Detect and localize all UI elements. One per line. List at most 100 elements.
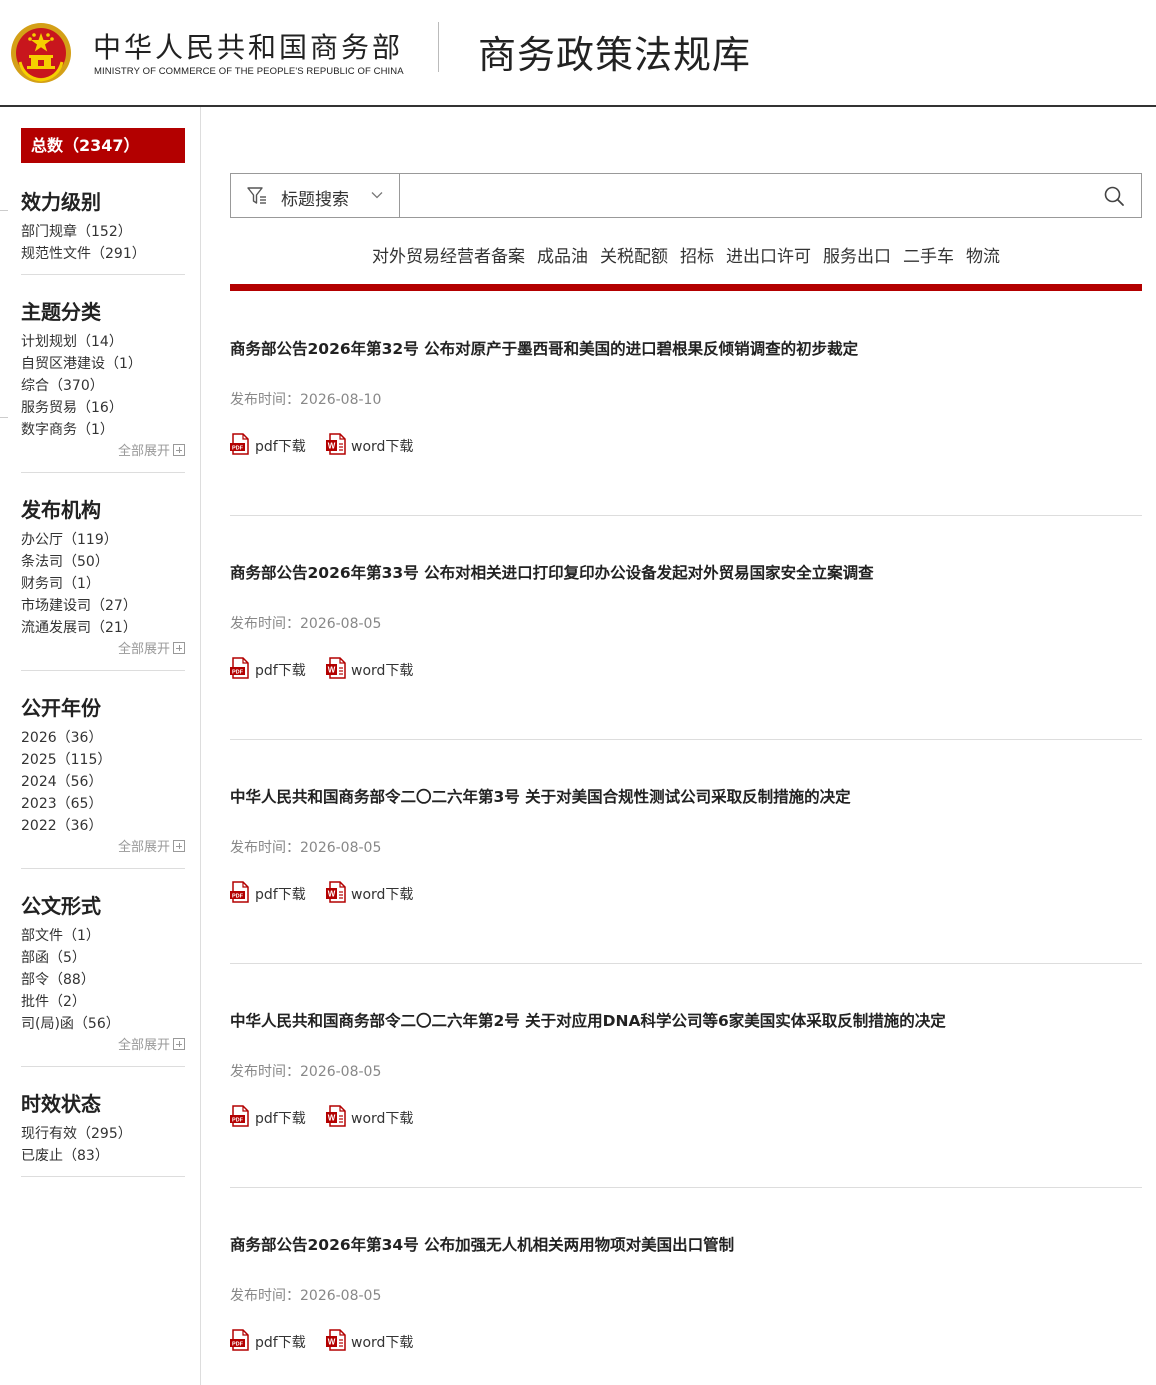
quick-tag-link[interactable]: 招标 <box>680 242 714 267</box>
expand-all-button[interactable]: 全部展开 <box>21 441 185 463</box>
pdf-download-label: pdf下载 <box>255 887 306 903</box>
pdf-download-label: pdf下载 <box>255 1335 306 1351</box>
facet-group: 主题分类计划规划（14） 自贸区港建设（1） 综合（370） 服务贸易（16） 数字商务… <box>21 295 185 463</box>
article-item: 商务部公告2026年第33号 公布对相关进口打印复印办公设备发起对外贸易国家安全… <box>230 516 1142 740</box>
search-input[interactable] <box>401 174 1091 217</box>
quick-tag-link[interactable]: 服务出口 <box>823 242 891 267</box>
word-download-label: word下载 <box>351 887 414 903</box>
search-bar: 标题搜索 <box>230 173 1142 218</box>
word-download-label: word下载 <box>351 663 414 679</box>
pdf-download-label: pdf下载 <box>255 663 306 679</box>
facet-item[interactable]: 部门规章（152） <box>21 221 185 243</box>
expand-all-button[interactable]: 全部展开 <box>21 837 185 859</box>
quick-tag-link[interactable]: 二手车 <box>903 242 954 267</box>
svg-text:PDF: PDF <box>232 669 244 675</box>
facet-title: 公文形式 <box>21 894 101 918</box>
svg-text:W: W <box>328 1114 336 1123</box>
article-item: 中华人民共和国商务部令二〇二六年第2号 关于对应用DNA科学公司等6家美国实体采… <box>230 964 1142 1188</box>
filter-sidebar: 总数（2347） 效力级别部门规章（152） 规范性文件（291） 主题分类计划规划… <box>0 107 201 1385</box>
facet-item[interactable]: 财务司（1） <box>21 573 185 595</box>
site-title[interactable]: 商务政策法规库 <box>478 24 751 79</box>
search-type-label: 标题搜索 <box>281 190 349 210</box>
facet-item[interactable]: 现行有效（295） <box>21 1123 185 1145</box>
facet-item[interactable]: 计划规划（14） <box>21 331 185 353</box>
facet-item[interactable]: 2022（36） <box>21 815 185 837</box>
total-count[interactable]: 总数（2347） <box>21 128 185 163</box>
facet-title: 发布机构 <box>21 498 101 522</box>
sidebar-tick <box>0 210 8 211</box>
expand-all-label: 全部展开 <box>117 1038 170 1053</box>
facet-separator <box>21 670 185 671</box>
facet-item[interactable]: 2026（36） <box>21 727 185 749</box>
facet-item[interactable]: 办公厅（119） <box>21 529 185 551</box>
facet-item[interactable]: 部文件（1） <box>21 925 185 947</box>
accent-divider <box>230 284 1142 291</box>
search-type-dropdown[interactable]: 标题搜索 <box>231 174 400 217</box>
site-header: 中华人民共和国商务部 MINISTRY OF COMMERCE OF THE P… <box>0 0 1156 107</box>
quick-tag-link[interactable]: 进出口许可 <box>726 242 811 267</box>
facet-item[interactable]: 批件（2） <box>21 991 185 1013</box>
national-emblem-icon[interactable] <box>10 22 72 84</box>
article-item: 商务部公告2026年第34号 公布加强无人机相关两用物项对美国出口管制发布时间：… <box>230 1188 1142 1385</box>
plus-box-icon <box>173 840 185 852</box>
article-title-link[interactable]: 中华人民共和国商务部令二〇二六年第3号 关于对美国合规性测试公司采取反制措施的决… <box>230 785 851 807</box>
facet-item[interactable]: 条法司（50） <box>21 551 185 573</box>
facet-separator <box>21 1066 185 1067</box>
svg-text:PDF: PDF <box>232 445 244 451</box>
expand-all-button[interactable]: 全部展开 <box>21 639 185 661</box>
svg-text:W: W <box>328 1338 336 1347</box>
ministry-name-en: MINISTRY OF COMMERCE OF THE PEOPLE'S REP… <box>94 66 404 77</box>
facet-group: 时效状态现行有效（295） 已废止（83） <box>21 1087 185 1167</box>
quick-tag-link[interactable]: 成品油 <box>537 242 588 267</box>
facet-item[interactable]: 2025（115） <box>21 749 185 771</box>
article-title-link[interactable]: 商务部公告2026年第33号 公布对相关进口打印复印办公设备发起对外贸易国家安全… <box>230 561 874 583</box>
facet-title: 主题分类 <box>21 300 101 324</box>
facet-item[interactable]: 市场建设司（27） <box>21 595 185 617</box>
facet-group: 效力级别部门规章（152） 规范性文件（291） <box>21 185 185 265</box>
article-item: 中华人民共和国商务部令二〇二六年第3号 关于对美国合规性测试公司采取反制措施的决… <box>230 740 1142 964</box>
quick-tag-link[interactable]: 对外贸易经营者备案 <box>372 242 525 267</box>
facet-item[interactable]: 规范性文件（291） <box>21 243 185 265</box>
facet-title: 效力级别 <box>21 190 101 214</box>
facet-item[interactable]: 流通发展司（21） <box>21 617 185 639</box>
word-download-label: word下载 <box>351 1335 414 1351</box>
facet-item[interactable]: 已废止（83） <box>21 1145 185 1167</box>
article-date: 发布时间：2026-08-10 <box>230 392 382 408</box>
article-date: 发布时间：2026-08-05 <box>230 616 382 632</box>
facet-item[interactable]: 部函（5） <box>21 947 185 969</box>
facet-item[interactable]: 2023（65） <box>21 793 185 815</box>
facet-item[interactable]: 综合（370） <box>21 375 185 397</box>
svg-text:PDF: PDF <box>232 893 244 899</box>
expand-all-label: 全部展开 <box>117 840 170 855</box>
quick-tag-link[interactable]: 物流 <box>966 242 1000 267</box>
article-date: 发布时间：2026-08-05 <box>230 1064 382 1080</box>
svg-text:PDF: PDF <box>232 1117 244 1123</box>
facet-item[interactable]: 自贸区港建设（1） <box>21 353 185 375</box>
facet-separator <box>21 868 185 869</box>
search-icon[interactable] <box>1103 185 1125 207</box>
expand-all-button[interactable]: 全部展开 <box>21 1035 185 1057</box>
article-title-link[interactable]: 商务部公告2026年第34号 公布加强无人机相关两用物项对美国出口管制 <box>230 1233 734 1255</box>
quick-tag-link[interactable]: 关税配额 <box>600 242 668 267</box>
header-divider <box>438 22 439 72</box>
article-title-link[interactable]: 商务部公告2026年第32号 公布对原产于墨西哥和美国的进口碧根果反倾销调查的初… <box>230 337 858 359</box>
chevron-down-icon <box>371 192 383 199</box>
filter-icon <box>247 187 266 204</box>
facet-item[interactable]: 数字商务（1） <box>21 419 185 441</box>
article-item: 商务部公告2026年第32号 公布对原产于墨西哥和美国的进口碧根果反倾销调查的初… <box>230 292 1142 516</box>
facet-item[interactable]: 部令（88） <box>21 969 185 991</box>
article-date: 发布时间：2026-08-05 <box>230 840 382 856</box>
svg-text:W: W <box>328 890 336 899</box>
facet-title: 时效状态 <box>21 1092 101 1116</box>
article-date: 发布时间：2026-08-05 <box>230 1288 382 1304</box>
facet-item[interactable]: 司(局)函（56） <box>21 1013 185 1035</box>
facet-group: 公开年份 2026（36） 2025（115） 2024（56） 2023（65） 202… <box>21 691 185 859</box>
facet-separator <box>21 472 185 473</box>
pdf-download-label: pdf下载 <box>255 1111 306 1127</box>
word-download-label: word下载 <box>351 1111 414 1127</box>
svg-text:W: W <box>328 666 336 675</box>
article-title-link[interactable]: 中华人民共和国商务部令二〇二六年第2号 关于对应用DNA科学公司等6家美国实体采… <box>230 1009 946 1031</box>
facet-item[interactable]: 2024（56） <box>21 771 185 793</box>
sidebar-tick <box>0 417 8 418</box>
facet-item[interactable]: 服务贸易（16） <box>21 397 185 419</box>
